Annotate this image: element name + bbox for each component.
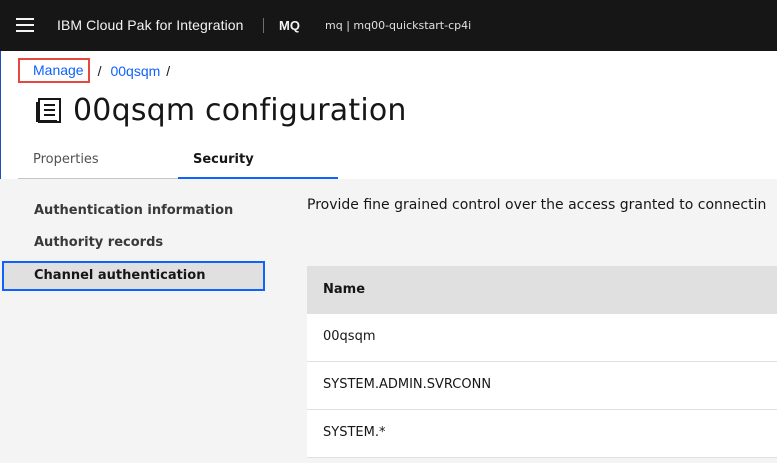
breadcrumb: Manage / 00qsqm / [18,57,179,84]
side-nav-authority-records[interactable]: Authority records [34,235,163,250]
hamburger-menu-icon[interactable] [16,18,34,32]
document-icon [36,97,61,123]
table-header-name[interactable]: Name [307,266,777,314]
breadcrumb-separator: / [166,62,171,79]
table-row[interactable]: SYSTEM.ADMIN.SVRCONN [307,362,777,410]
table-row[interactable]: 00qsqm [307,314,777,362]
tab-properties[interactable]: Properties [18,142,178,179]
breadcrumb-manage-link[interactable]: Manage [18,58,90,83]
table-row[interactable]: SYSTEM.* [307,410,777,458]
config-tabs: Properties Security [18,142,338,179]
security-content: Authentication information Authority rec… [0,179,777,463]
security-side-nav: Authentication information Authority rec… [0,179,265,463]
top-header: IBM Cloud Pak for Integration MQ mq | mq… [0,0,777,51]
tab-security[interactable]: Security [178,142,338,179]
side-nav-authentication-information[interactable]: Authentication information [34,203,233,218]
instance-name: mq | mq00-quickstart-cp4i [325,19,472,32]
section-description: Provide fine grained control over the ac… [307,197,767,213]
page-title-row: 00qsqm configuration [34,90,407,130]
app-name[interactable]: MQ [279,18,300,33]
header-divider [263,18,264,33]
side-nav-channel-authentication[interactable]: Channel authentication [2,261,265,291]
breadcrumb-separator: / [97,62,102,79]
product-name[interactable]: IBM Cloud Pak for Integration [57,17,244,33]
channel-auth-table: Name 00qsqm SYSTEM.ADMIN.SVRCONN SYSTEM.… [307,266,777,458]
breadcrumb-queue-manager-link[interactable]: 00qsqm [110,63,160,79]
left-edge-line [0,51,1,179]
page-title: 00qsqm configuration [73,92,407,128]
